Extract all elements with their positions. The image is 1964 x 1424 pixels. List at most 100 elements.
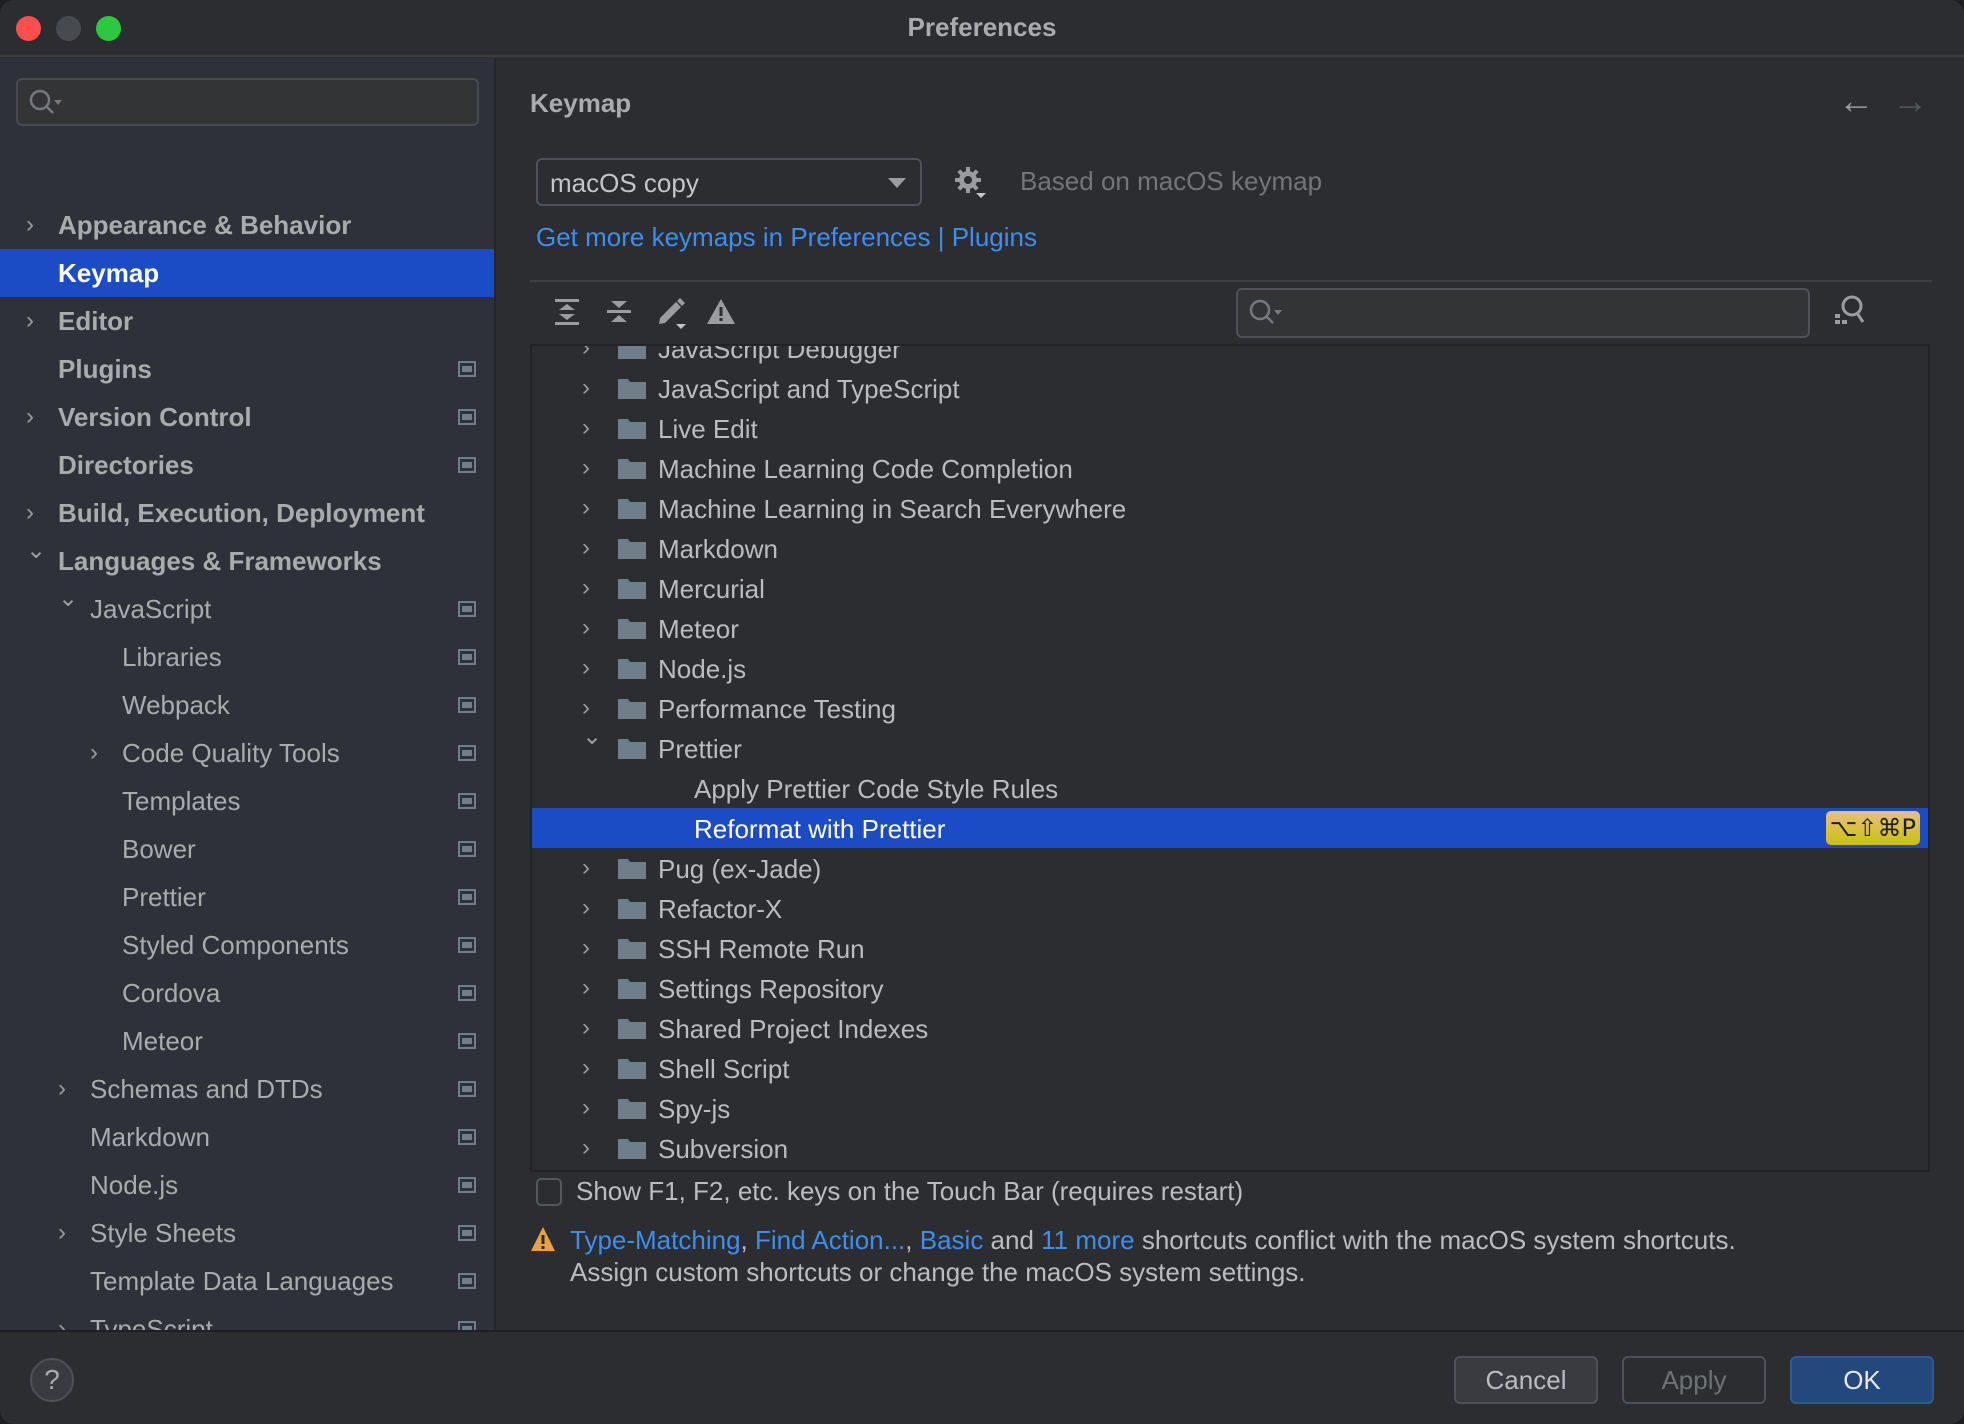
keymap-dropdown[interactable]: macOS copy bbox=[536, 158, 922, 206]
chevron-right-icon[interactable]: › bbox=[582, 574, 590, 602]
chevron-right-icon[interactable]: › bbox=[26, 213, 46, 237]
tree-folder-row[interactable]: › Refactor-X bbox=[532, 888, 1928, 928]
sidebar-item[interactable]: Plugins bbox=[0, 345, 494, 393]
sidebar-item[interactable]: Styled Components bbox=[0, 921, 494, 969]
chevron-down-icon[interactable]: ⌄ bbox=[58, 587, 78, 611]
tree-folder-row[interactable]: › Pug (ex-Jade) bbox=[532, 848, 1928, 888]
expand-all-icon[interactable] bbox=[550, 294, 586, 330]
sidebar-item[interactable]: Directories bbox=[0, 441, 494, 489]
find-by-shortcut-icon[interactable] bbox=[1830, 292, 1870, 332]
sidebar-item[interactable]: › Build, Execution, Deployment bbox=[0, 489, 494, 537]
chevron-right-icon[interactable]: › bbox=[582, 654, 590, 682]
sidebar-item[interactable]: Keymap bbox=[0, 249, 494, 297]
chevron-right-icon[interactable]: › bbox=[58, 1221, 78, 1245]
sidebar-item[interactable]: › Code Quality Tools bbox=[0, 729, 494, 777]
back-arrow-icon[interactable]: ← bbox=[1838, 80, 1874, 122]
sidebar-item[interactable]: ⌄ JavaScript bbox=[0, 585, 494, 633]
sidebar-item[interactable]: › Appearance & Behavior bbox=[0, 201, 494, 249]
sidebar-item[interactable]: › Style Sheets bbox=[0, 1209, 494, 1257]
chevron-right-icon[interactable]: › bbox=[582, 1134, 590, 1162]
apply-button[interactable]: Apply bbox=[1622, 1356, 1766, 1404]
tree-folder-row[interactable]: › JavaScript and TypeScript bbox=[532, 368, 1928, 408]
collapse-all-icon[interactable] bbox=[602, 294, 638, 330]
tree-folder-row[interactable]: › Settings Repository bbox=[532, 968, 1928, 1008]
chevron-right-icon[interactable]: › bbox=[582, 346, 590, 362]
cancel-button[interactable]: Cancel bbox=[1454, 1356, 1598, 1404]
sidebar-item[interactable]: Webpack bbox=[0, 681, 494, 729]
chevron-down-icon[interactable]: ⌄ bbox=[582, 722, 602, 751]
tree-folder-row[interactable]: › Performance Testing bbox=[532, 688, 1928, 728]
help-button[interactable]: ? bbox=[30, 1358, 74, 1402]
chevron-right-icon[interactable]: › bbox=[582, 1054, 590, 1082]
sidebar-item[interactable]: Prettier bbox=[0, 873, 494, 921]
tree-folder-row[interactable]: › Meteor bbox=[532, 608, 1928, 648]
tree-action-row[interactable]: Reformat with Prettier ⌥⇧⌘P bbox=[532, 808, 1928, 848]
sidebar-item[interactable]: › TypeScript bbox=[0, 1305, 494, 1331]
chevron-right-icon[interactable]: › bbox=[582, 934, 590, 962]
project-level-icon bbox=[458, 793, 476, 809]
tree-folder-row[interactable]: ⌄ Prettier bbox=[532, 723, 1928, 768]
chevron-right-icon[interactable]: › bbox=[582, 1014, 590, 1042]
sidebar-item[interactable]: › Schemas and DTDs bbox=[0, 1065, 494, 1113]
tree-item-label: Live Edit bbox=[658, 414, 758, 444]
chevron-right-icon[interactable]: › bbox=[582, 454, 590, 482]
tree-folder-row[interactable]: › Live Edit bbox=[532, 408, 1928, 448]
tree-folder-row[interactable]: › Machine Learning Code Completion bbox=[532, 448, 1928, 488]
chevron-down-icon[interactable]: ⌄ bbox=[26, 539, 46, 563]
chevron-right-icon[interactable]: › bbox=[90, 741, 110, 765]
sidebar-item[interactable]: Bower bbox=[0, 825, 494, 873]
basic-link[interactable]: Basic bbox=[920, 1225, 984, 1255]
find-action-link[interactable]: Find Action... bbox=[755, 1225, 905, 1255]
sidebar-item[interactable]: ⌄ Languages & Frameworks bbox=[0, 537, 494, 585]
sidebar-item[interactable]: Template Data Languages bbox=[0, 1257, 494, 1305]
sidebar-item[interactable]: Cordova bbox=[0, 969, 494, 1017]
forward-arrow-icon[interactable]: → bbox=[1892, 80, 1928, 122]
chevron-right-icon[interactable]: › bbox=[582, 614, 590, 642]
chevron-right-icon[interactable]: › bbox=[582, 374, 590, 402]
chevron-right-icon[interactable]: › bbox=[582, 854, 590, 882]
tree-folder-row[interactable]: › Subversion bbox=[532, 1128, 1928, 1168]
chevron-right-icon[interactable]: › bbox=[58, 1077, 78, 1101]
sidebar-item[interactable]: › Version Control bbox=[0, 393, 494, 441]
chevron-right-icon[interactable]: › bbox=[582, 414, 590, 442]
folder-icon bbox=[618, 459, 646, 479]
sidebar-item[interactable]: Templates bbox=[0, 777, 494, 825]
chevron-right-icon[interactable]: › bbox=[582, 694, 590, 722]
sidebar-item[interactable]: Node.js bbox=[0, 1161, 494, 1209]
sidebar-item[interactable]: › Editor bbox=[0, 297, 494, 345]
project-level-icon bbox=[458, 457, 476, 473]
show-conflicts-icon[interactable] bbox=[704, 294, 740, 330]
sidebar-item[interactable]: Markdown bbox=[0, 1113, 494, 1161]
type-matching-link[interactable]: Type-Matching bbox=[570, 1225, 741, 1255]
more-keymaps-link[interactable]: Get more keymaps in Preferences | Plugin… bbox=[536, 222, 1037, 253]
chevron-right-icon[interactable]: › bbox=[582, 894, 590, 922]
tree-folder-row[interactable]: › Spy-js bbox=[532, 1088, 1928, 1128]
edit-shortcut-icon[interactable] bbox=[654, 294, 690, 330]
tree-action-row[interactable]: Apply Prettier Code Style Rules bbox=[532, 768, 1928, 808]
more-conflicts-link[interactable]: 11 more bbox=[1041, 1225, 1134, 1255]
chevron-right-icon[interactable]: › bbox=[26, 405, 46, 429]
ok-button[interactable]: OK bbox=[1790, 1356, 1934, 1404]
tree-folder-row[interactable]: › Markdown bbox=[532, 528, 1928, 568]
sidebar-item-label: Directories bbox=[58, 450, 194, 480]
tree-folder-row[interactable]: › Shell Script bbox=[532, 1048, 1928, 1088]
chevron-right-icon[interactable]: › bbox=[582, 494, 590, 522]
tree-folder-row[interactable]: › Mercurial bbox=[532, 568, 1928, 608]
chevron-right-icon[interactable]: › bbox=[26, 501, 46, 525]
chevron-right-icon[interactable]: › bbox=[582, 974, 590, 1002]
touchbar-checkbox[interactable] bbox=[536, 1178, 562, 1206]
chevron-right-icon[interactable]: › bbox=[582, 534, 590, 562]
gear-icon[interactable] bbox=[954, 166, 988, 200]
sidebar-search-input[interactable] bbox=[16, 78, 479, 126]
tree-folder-row[interactable]: › Node.js bbox=[532, 648, 1928, 688]
sidebar-item[interactable]: Meteor bbox=[0, 1017, 494, 1065]
tree-folder-row[interactable]: › Machine Learning in Search Everywhere bbox=[532, 488, 1928, 528]
chevron-right-icon[interactable]: › bbox=[26, 309, 46, 333]
chevron-right-icon[interactable]: › bbox=[582, 1094, 590, 1122]
chevron-right-icon[interactable]: › bbox=[58, 1317, 78, 1331]
tree-folder-row[interactable]: › Shared Project Indexes bbox=[532, 1008, 1928, 1048]
tree-folder-row[interactable]: › JavaScript Debugger bbox=[532, 346, 1928, 368]
tree-folder-row[interactable]: › SSH Remote Run bbox=[532, 928, 1928, 968]
keymap-search-input[interactable] bbox=[1236, 288, 1810, 338]
sidebar-item[interactable]: Libraries bbox=[0, 633, 494, 681]
